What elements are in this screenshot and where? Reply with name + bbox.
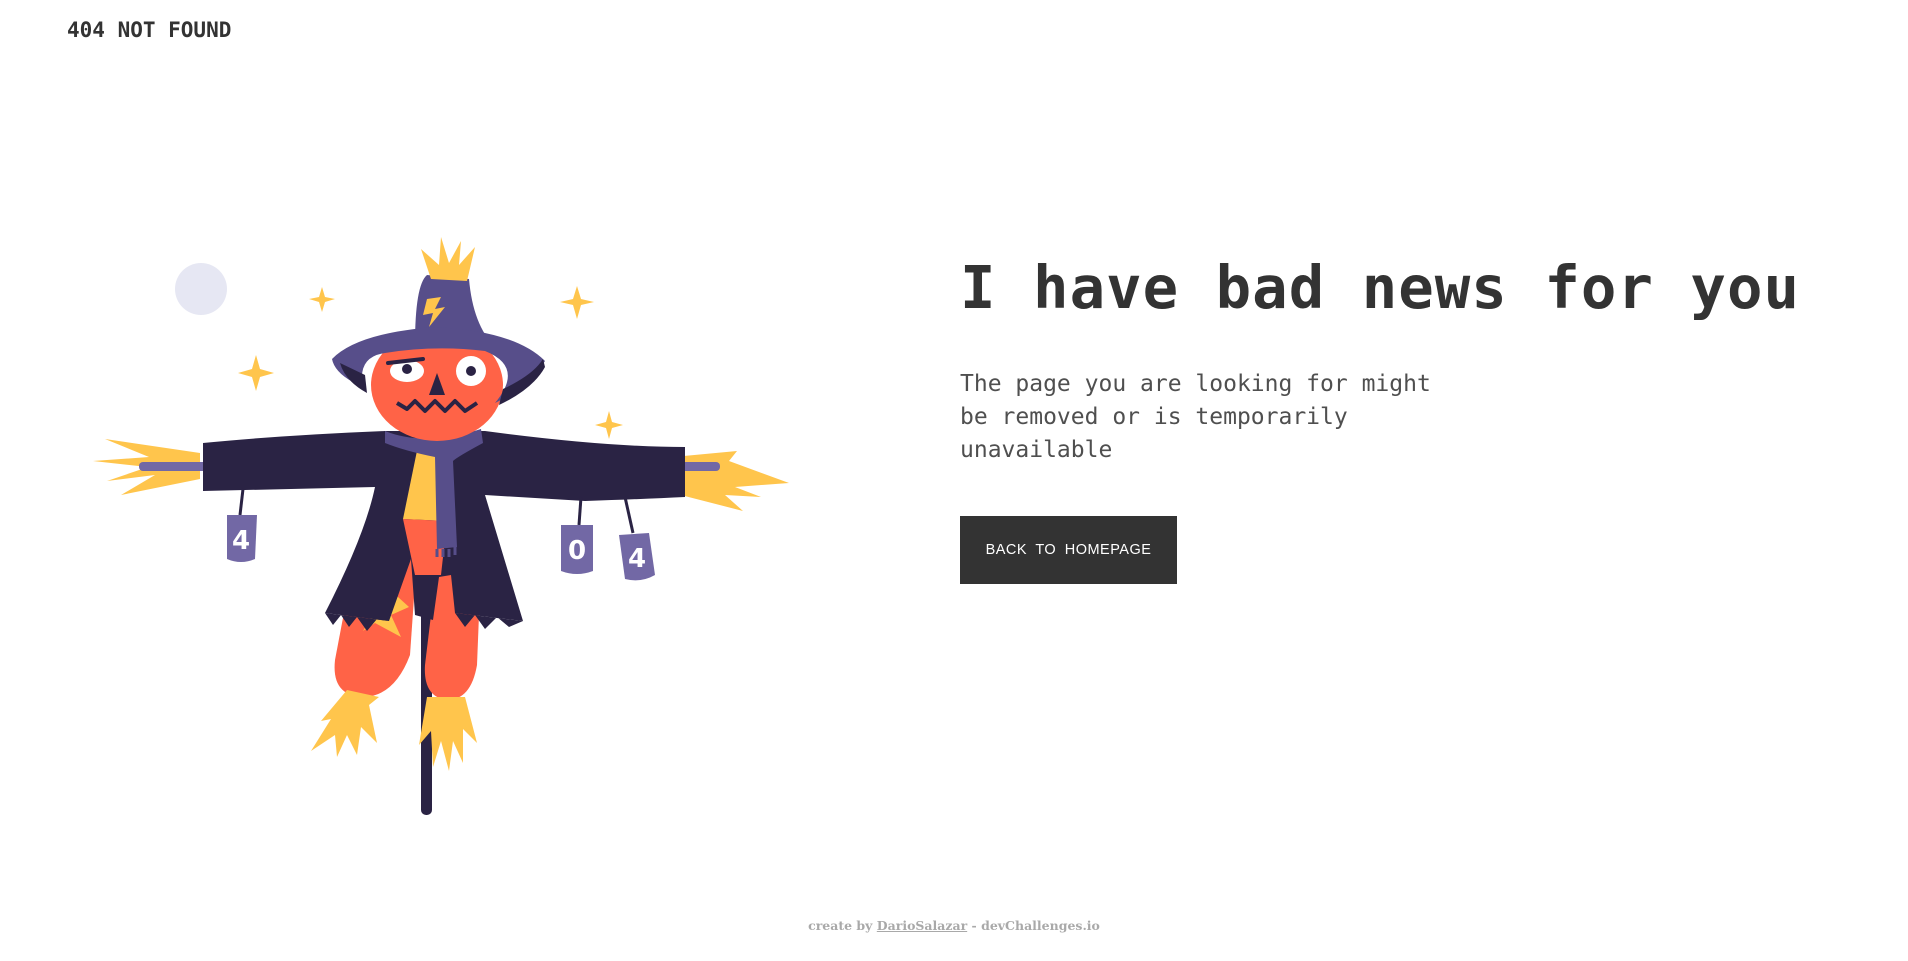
pupil-right: [466, 366, 476, 376]
page-title: I have bad news for you: [960, 253, 1800, 322]
brand-title: 404 NOT FOUND: [67, 18, 232, 42]
pupil-left: [402, 364, 412, 374]
sparkle-icon: [238, 355, 274, 391]
can-left: 4: [227, 488, 257, 562]
can-label: 4: [628, 544, 646, 574]
sparkle-icon: [560, 286, 594, 319]
can-middle: 0: [561, 496, 593, 574]
straw-right: [673, 451, 789, 511]
footer-site: devChallenges.io: [981, 918, 1100, 933]
error-message: The page you are looking for might be re…: [960, 371, 1431, 463]
sparkle-icon: [309, 287, 335, 312]
sparkle-icon: [595, 411, 623, 439]
footer-separator: -: [971, 918, 977, 933]
moon-icon: [175, 263, 227, 315]
hat-straw: [421, 237, 475, 281]
author-link[interactable]: DarioSalazar: [877, 918, 967, 933]
can-label: 4: [232, 526, 250, 556]
can-right: 4: [619, 496, 655, 581]
main-content: I have bad news for you The page you are…: [960, 248, 1880, 584]
can-label: 0: [568, 536, 586, 566]
footer: create by DarioSalazar - devChallenges.i…: [0, 918, 1908, 933]
straw-foot-left: [311, 690, 379, 757]
footer-prefix: create by: [808, 918, 873, 933]
back-to-homepage-button[interactable]: BACK TO HOMEPAGE: [960, 516, 1177, 584]
scarecrow-illustration: 4 0 4: [93, 237, 789, 815]
